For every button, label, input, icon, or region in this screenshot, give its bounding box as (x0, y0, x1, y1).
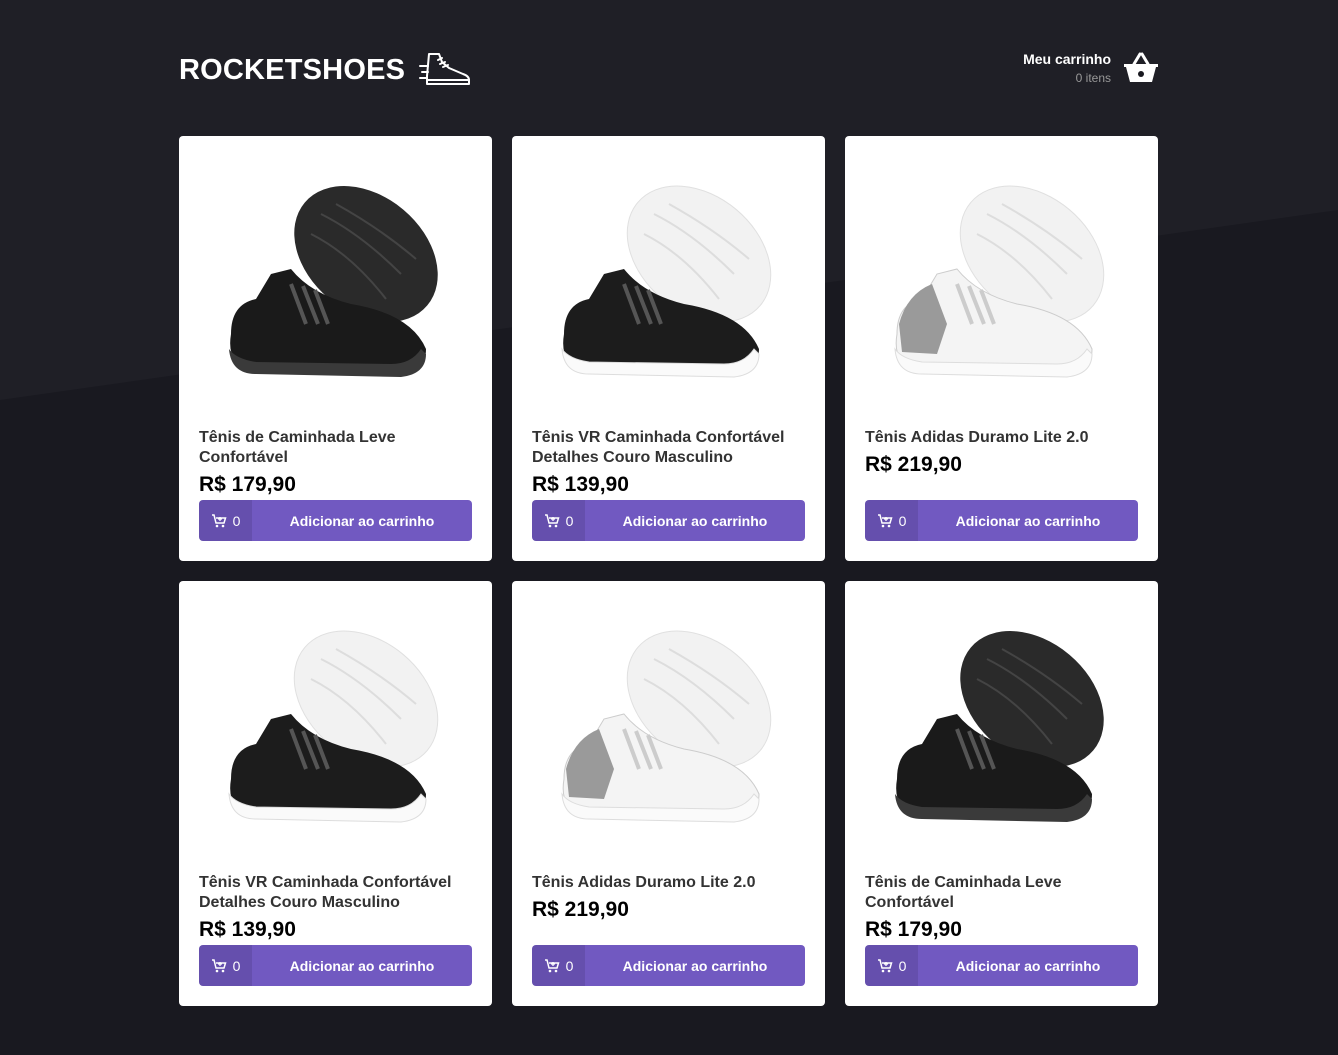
product-card: Tênis VR Caminhada Confortável Detalhes … (512, 136, 825, 561)
product-image (199, 156, 472, 401)
sneaker-image (560, 185, 771, 378)
sneaker-image (893, 185, 1104, 378)
shopping-basket-icon (1124, 52, 1158, 82)
add-to-cart-button[interactable]: 0 Adicionar ao carrinho (532, 945, 805, 986)
add-to-cart-button[interactable]: 0 Adicionar ao carrinho (865, 500, 1138, 541)
quantity-value: 0 (232, 512, 241, 529)
product-price: R$ 219,90 (532, 898, 629, 921)
header: ROCKETSHOES Meu carrinho 0 itens (179, 0, 1159, 136)
cart-quantity: 0 (865, 500, 918, 541)
product-name: Tênis Adidas Duramo Lite 2.0 (532, 874, 756, 891)
quantity-value: 0 (898, 512, 907, 529)
add-to-cart-label: Adicionar ao carrinho (955, 512, 1101, 529)
product-image (865, 601, 1138, 846)
add-shopping-cart-icon (544, 513, 560, 527)
product-image (865, 156, 1138, 401)
logo-text: ROCKETSHOES (179, 53, 406, 86)
add-to-cart-button[interactable]: 0 Adicionar ao carrinho (199, 945, 472, 986)
product-name: Tênis Adidas Duramo Lite 2.0 (865, 429, 1089, 446)
sneaker-image (227, 630, 438, 823)
product-price: R$ 179,90 (865, 918, 962, 941)
product-price: R$ 179,90 (199, 473, 296, 496)
add-to-cart-button[interactable]: 0 Adicionar ao carrinho (532, 500, 805, 541)
cart-quantity: 0 (199, 500, 252, 541)
product-card: Tênis Adidas Duramo Lite 2.0 R$ 219,90 0… (845, 136, 1158, 561)
cart-quantity: 0 (532, 945, 585, 986)
add-to-cart-label: Adicionar ao carrinho (622, 512, 768, 529)
cart-title: Meu carrinho (1023, 51, 1111, 67)
add-to-cart-label: Adicionar ao carrinho (289, 957, 435, 974)
sneaker-logo-icon (419, 53, 471, 85)
add-to-cart-label: Adicionar ao carrinho (955, 957, 1101, 974)
cart-count: 0 itens (1075, 71, 1111, 85)
quantity-value: 0 (232, 957, 241, 974)
product-name: Tênis VR Caminhada Confortável Detalhes … (532, 429, 785, 466)
product-name: Tênis VR Caminhada Confortável Detalhes … (199, 874, 452, 911)
add-shopping-cart-icon (211, 958, 227, 972)
sneaker-image (560, 630, 771, 823)
product-name: Tênis de Caminhada Leve Confortável (865, 874, 1062, 911)
product-image (532, 601, 805, 846)
quantity-value: 0 (565, 512, 574, 529)
cart-link[interactable]: Meu carrinho 0 itens (1023, 51, 1159, 85)
product-card: Tênis VR Caminhada Confortável Detalhes … (179, 581, 492, 1006)
add-shopping-cart-icon (877, 513, 893, 527)
product-price: R$ 139,90 (199, 918, 296, 941)
product-price: R$ 219,90 (865, 453, 962, 476)
cart-quantity: 0 (865, 945, 918, 986)
product-image (532, 156, 805, 401)
add-to-cart-button[interactable]: 0 Adicionar ao carrinho (865, 945, 1138, 986)
add-shopping-cart-icon (877, 958, 893, 972)
quantity-value: 0 (565, 957, 574, 974)
cart-quantity: 0 (532, 500, 585, 541)
product-card: Tênis de Caminhada Leve Confortável R$ 1… (845, 581, 1158, 1006)
page-container: ROCKETSHOES Meu carrinho 0 itens Tênis d… (179, 0, 1159, 1006)
quantity-value: 0 (898, 957, 907, 974)
product-image (199, 601, 472, 846)
add-shopping-cart-icon (211, 513, 227, 527)
add-shopping-cart-icon (544, 958, 560, 972)
product-card: Tênis de Caminhada Leve Confortável R$ 1… (179, 136, 492, 561)
product-card: Tênis Adidas Duramo Lite 2.0 R$ 219,90 0… (512, 581, 825, 1006)
product-price: R$ 139,90 (532, 473, 629, 496)
product-list: Tênis de Caminhada Leve Confortável R$ 1… (179, 136, 1159, 1006)
add-to-cart-button[interactable]: 0 Adicionar ao carrinho (199, 500, 472, 541)
cart-info: Meu carrinho 0 itens (1023, 51, 1111, 85)
sneaker-image (894, 630, 1104, 822)
logo-link[interactable]: ROCKETSHOES (179, 50, 471, 90)
cart-quantity: 0 (199, 945, 252, 986)
add-to-cart-label: Adicionar ao carrinho (289, 512, 435, 529)
sneaker-image (228, 185, 438, 377)
add-to-cart-label: Adicionar ao carrinho (622, 957, 768, 974)
product-name: Tênis de Caminhada Leve Confortável (199, 429, 396, 466)
